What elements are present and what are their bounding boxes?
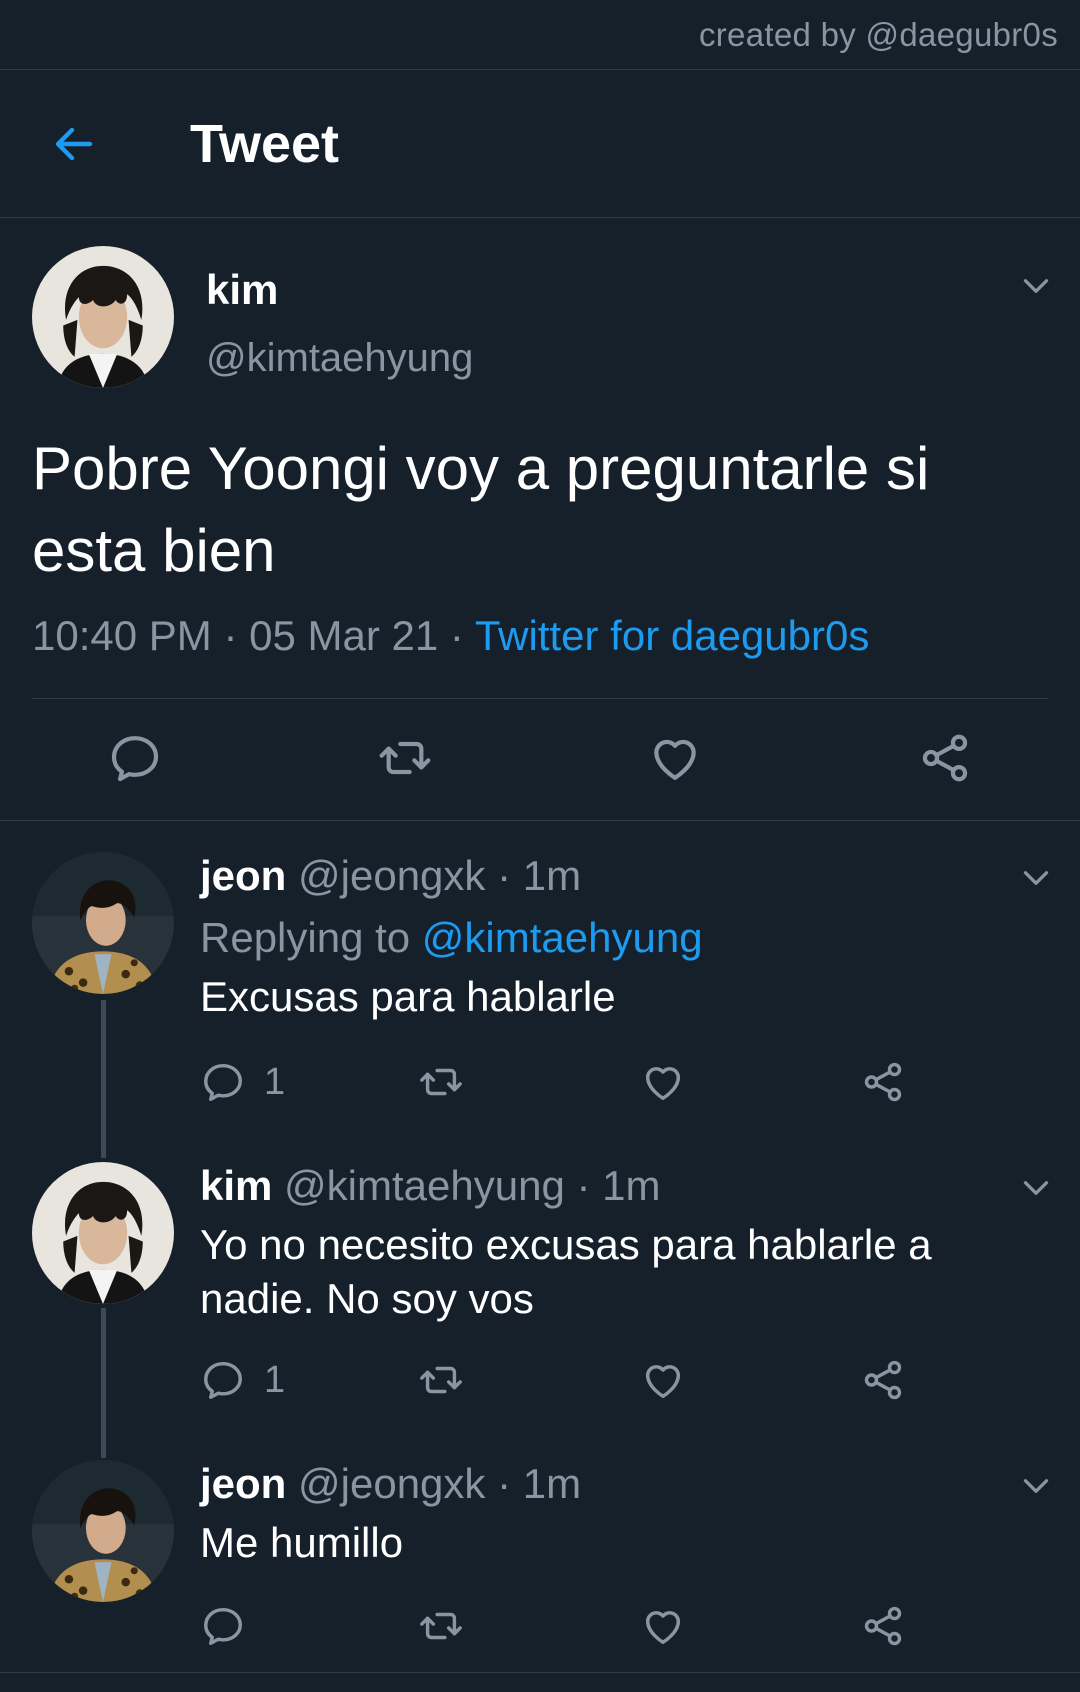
avatar[interactable] xyxy=(32,1460,174,1602)
retweet-icon xyxy=(418,1059,464,1105)
reply-text: Me humillo xyxy=(200,1519,404,1566)
meta-separator: · xyxy=(449,612,464,659)
tweet-text: Pobre Yoongi voy a preguntarle si esta b… xyxy=(32,435,930,584)
reply-icon xyxy=(200,1603,246,1649)
like-button[interactable] xyxy=(645,728,705,788)
reply-text: Excusas para hablarle xyxy=(200,973,616,1020)
reply-actions xyxy=(200,1602,1080,1650)
meta-separator: · xyxy=(497,1460,512,1507)
chevron-down-icon xyxy=(1018,268,1054,304)
like-icon xyxy=(647,730,703,786)
tweet-options-button[interactable] xyxy=(1018,1170,1054,1206)
top-bar: Tweet xyxy=(0,70,1080,218)
thread-connector xyxy=(101,1000,106,1158)
page-title: Tweet xyxy=(190,114,340,174)
author-handle[interactable]: @jeongxk xyxy=(298,852,485,899)
retweet-button[interactable] xyxy=(375,728,435,788)
avatar[interactable] xyxy=(32,246,174,388)
reply-button[interactable] xyxy=(105,728,165,788)
reply-header: jeon @jeongxk · 1m xyxy=(200,1460,581,1508)
reply-text: Yo no necesito excusas para hablarle a n… xyxy=(200,1221,932,1322)
divider xyxy=(0,820,1080,821)
like-button[interactable] xyxy=(640,1602,686,1650)
like-button[interactable] xyxy=(640,1356,686,1404)
share-icon xyxy=(917,730,973,786)
replying-to: Replying to @kimtaehyung xyxy=(200,914,703,962)
author-name[interactable]: jeon xyxy=(200,1460,286,1507)
tweet-meta: 10:40 PM · 05 Mar 21 · Twitter for daegu… xyxy=(32,612,869,660)
author-name[interactable]: kim xyxy=(200,1162,272,1209)
divider xyxy=(32,698,1048,699)
reply-actions: 1 xyxy=(200,1356,1080,1404)
avatar[interactable] xyxy=(32,852,174,994)
retweet-button[interactable] xyxy=(418,1602,464,1650)
replying-to-handle[interactable]: @kimtaehyung xyxy=(422,914,703,961)
author-name[interactable]: kim xyxy=(206,266,278,314)
author-handle[interactable]: @kimtaehyung xyxy=(206,336,473,381)
reply-icon xyxy=(107,730,163,786)
retweet-icon xyxy=(377,730,433,786)
like-icon xyxy=(640,1603,686,1649)
reply-actions: 1 xyxy=(200,1058,1080,1106)
reply-button[interactable] xyxy=(200,1602,264,1650)
share-icon xyxy=(860,1059,906,1105)
reply-time: 1m xyxy=(602,1162,661,1209)
chevron-down-icon xyxy=(1018,860,1054,896)
tweet-actions xyxy=(0,728,1080,788)
reply-count: 1 xyxy=(264,1060,286,1103)
tweet-source-link[interactable]: Twitter for daegubr0s xyxy=(475,612,870,659)
reply-button[interactable]: 1 xyxy=(200,1356,285,1404)
back-button[interactable] xyxy=(44,114,104,174)
divider xyxy=(0,1672,1080,1673)
share-button[interactable] xyxy=(860,1058,906,1106)
reply-time: 1m xyxy=(522,852,582,899)
replying-to-prefix: Replying to xyxy=(200,914,411,961)
chevron-down-icon xyxy=(1018,1468,1054,1504)
meta-separator: · xyxy=(497,852,512,899)
watermark-credit: created by @daegubr0s xyxy=(698,16,1058,53)
retweet-icon xyxy=(418,1603,464,1649)
meta-separator: · xyxy=(576,1162,591,1209)
divider xyxy=(0,217,1080,218)
retweet-button[interactable] xyxy=(418,1058,464,1106)
tweet-date: 05 Mar 21 xyxy=(249,612,439,659)
share-button[interactable] xyxy=(915,728,975,788)
tweet-options-button[interactable] xyxy=(1018,860,1054,896)
reply-header: kim @kimtaehyung · 1m xyxy=(200,1162,661,1210)
share-button[interactable] xyxy=(860,1356,906,1404)
author-handle[interactable]: @jeongxk xyxy=(298,1460,485,1507)
retweet-button[interactable] xyxy=(418,1356,464,1404)
reply-icon xyxy=(200,1357,246,1403)
reply-count: 1 xyxy=(264,1358,286,1401)
reply-button[interactable]: 1 xyxy=(200,1058,285,1106)
share-icon xyxy=(860,1357,906,1403)
tweet-options-button[interactable] xyxy=(1018,268,1054,304)
author-name[interactable]: jeon xyxy=(200,852,286,899)
share-icon xyxy=(860,1603,906,1649)
like-button[interactable] xyxy=(640,1058,686,1106)
tweet-time: 10:40 PM xyxy=(32,612,212,659)
tweet-options-button[interactable] xyxy=(1018,1468,1054,1504)
meta-separator: · xyxy=(223,612,238,659)
reply-icon xyxy=(200,1059,246,1105)
chevron-down-icon xyxy=(1018,1170,1054,1206)
reply-header: jeon @jeongxk · 1m xyxy=(200,852,581,900)
like-icon xyxy=(640,1357,686,1403)
share-button[interactable] xyxy=(860,1602,906,1650)
thread-connector xyxy=(101,1308,106,1458)
retweet-icon xyxy=(418,1357,464,1403)
like-icon xyxy=(640,1059,686,1105)
avatar[interactable] xyxy=(32,1162,174,1304)
reply-time: 1m xyxy=(522,1460,582,1507)
back-arrow-icon xyxy=(55,127,93,161)
author-handle[interactable]: @kimtaehyung xyxy=(284,1162,565,1209)
